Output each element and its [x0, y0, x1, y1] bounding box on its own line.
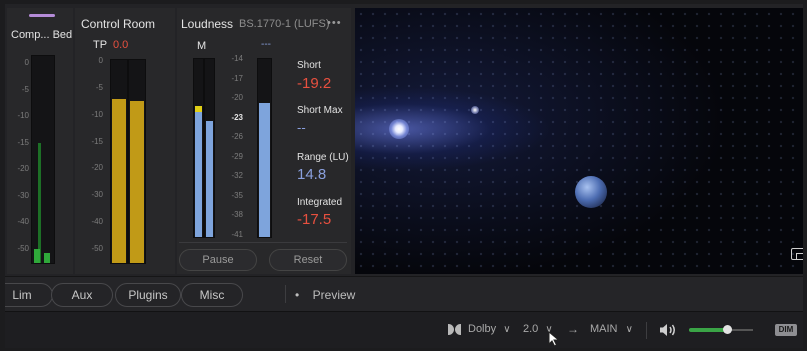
m-level-right — [206, 121, 213, 237]
short-max-value: -- — [297, 120, 306, 135]
loudness-scale-tick-label: -29 — [231, 151, 243, 161]
short-value: -19.2 — [297, 75, 332, 92]
small-star — [471, 106, 479, 114]
tp-label: TP — [93, 39, 108, 51]
tab-lim[interactable]: Lim — [5, 283, 53, 307]
loudness-scale-tick-label: -17 — [231, 73, 243, 83]
mixer-tab-bar: Lim Aux Plugins Misc • Preview — [5, 276, 803, 311]
loudness-scale-tick-label: -38 — [231, 210, 243, 220]
comp-bed-meter — [31, 55, 55, 264]
control-room-scale-tick-label: -50 — [91, 244, 103, 253]
loudness-scale-tick-label: -35 — [231, 190, 243, 200]
bright-star — [389, 119, 409, 139]
comp-bed-title: Comp... Bed — [11, 29, 73, 41]
viewer-starfield — [355, 8, 803, 274]
planet — [575, 176, 607, 208]
loudness-scale-tick-label: -32 — [231, 171, 243, 181]
app-frame: Comp... Bed 0 -5 -10 -15 -20 -30 -40 -50 Contro… — [5, 4, 803, 348]
comp-bed-scale-tick-label: 0 — [24, 58, 29, 67]
loudness-panel: Loudness BS.1770-1 (LUFS) ••• M --- -14 -… — [177, 8, 351, 274]
short-max-label: Short Max — [297, 105, 343, 116]
m-label: M — [197, 40, 207, 52]
dolby-label: Dolby — [468, 323, 497, 335]
short-channel-label: --- — [261, 39, 271, 50]
output-dropdown[interactable]: MAIN ∨ — [590, 323, 633, 335]
tab-separator — [285, 285, 286, 303]
loudness-divider — [179, 242, 347, 243]
control-room-scale-tick-label: -20 — [91, 163, 103, 173]
pause-button[interactable]: Pause — [179, 249, 257, 271]
mouse-cursor-icon — [548, 331, 560, 347]
more-dots-icon[interactable]: ••• — [327, 17, 342, 29]
integrated-label: Integrated — [297, 197, 343, 208]
comp-bed-scale-tick-label: -50 — [17, 244, 29, 253]
range-label: Range (LU) — [297, 152, 349, 163]
dim-button[interactable]: DIM — [775, 324, 797, 336]
tab-aux[interactable]: Aux — [51, 283, 113, 307]
format-dropdown[interactable]: Dolby ∨ — [468, 323, 511, 335]
volume-knob[interactable] — [723, 325, 732, 334]
control-room-scale-tick-label: -30 — [91, 190, 103, 200]
volume-slider[interactable] — [689, 325, 753, 335]
reset-button[interactable]: Reset — [269, 249, 347, 271]
short-meter — [257, 58, 272, 238]
integrated-value: -17.5 — [297, 211, 332, 228]
loudness-scale-tick-label: -14 — [231, 54, 243, 63]
m-meter-left — [193, 58, 204, 238]
short-label: Short — [297, 60, 321, 71]
control-room-scale-tick-label: -10 — [91, 109, 103, 119]
bottom-separator — [646, 322, 647, 339]
m-meter-right — [204, 58, 215, 238]
comp-bed-accent — [29, 14, 55, 17]
monitor-bar: Dolby ∨ 2.0 ∨ → MAIN ∨ DIM — [5, 311, 803, 348]
control-room-scale-tick-label: -15 — [91, 136, 103, 146]
route-arrow-icon: → — [567, 322, 579, 336]
control-room-scale-tick-label: -40 — [91, 217, 103, 227]
control-room-title: Control Room — [81, 17, 156, 31]
chevron-down-icon: ∨ — [625, 324, 633, 335]
comp-bed-level-fill — [34, 249, 40, 263]
loudness-standard: BS.1770-1 (LUFS) — [239, 18, 330, 30]
loudness-scale-tick-label: -23 — [231, 112, 243, 122]
control-room-meter-right — [128, 59, 146, 264]
chevron-down-icon: ∨ — [503, 324, 511, 335]
comp-bed-scale-tick-label: -40 — [17, 217, 29, 227]
control-room-meter-left — [110, 59, 128, 264]
comp-bed-scale-tick-label: -20 — [17, 164, 29, 174]
control-room-level-right — [130, 101, 144, 263]
control-room-scale-tick-label: -5 — [95, 82, 103, 92]
pip-window-icon[interactable] — [791, 248, 803, 260]
volume-fill — [689, 328, 727, 332]
control-room-scale-tick-label: 0 — [98, 56, 103, 65]
comp-bed-scale-tick-label: -15 — [17, 137, 29, 147]
short-level-bar — [259, 103, 270, 237]
video-viewer[interactable] — [355, 8, 803, 274]
tab-plugins[interactable]: Plugins — [115, 283, 181, 307]
control-room-panel: Control Room TP 0.0 0 -5 -10 -15 -20 -30 -40 -5… — [75, 8, 175, 274]
comp-bed-scale-tick-label: -30 — [17, 190, 29, 200]
preview-toggle[interactable]: • Preview — [295, 286, 355, 304]
loudness-scale-tick-label: -20 — [231, 93, 243, 103]
tp-value: 0.0 — [113, 39, 129, 51]
loudness-scale-tick-label: -41 — [231, 230, 243, 239]
tab-misc[interactable]: Misc — [181, 283, 243, 307]
preview-label: Preview — [312, 288, 356, 302]
m-peak-indicator — [195, 106, 202, 112]
range-value: 14.8 — [297, 166, 327, 183]
preview-bullet: • — [295, 288, 300, 302]
control-room-level-left — [112, 99, 126, 263]
comp-bed-level-fill-2 — [44, 253, 50, 263]
comp-bed-scale-tick-label: -5 — [21, 84, 29, 94]
dolby-logo-icon — [448, 324, 462, 335]
m-level-left — [195, 112, 202, 237]
speaker-icon[interactable] — [659, 323, 677, 337]
output-value: MAIN — [590, 323, 618, 335]
comp-bed-panel: Comp... Bed 0 -5 -10 -15 -20 -30 -40 -50 — [7, 8, 73, 274]
format-value: 2.0 — [523, 323, 539, 335]
loudness-title: Loudness — [181, 17, 234, 31]
loudness-scale-tick-label: -26 — [231, 132, 243, 142]
comp-bed-level-bar — [38, 143, 41, 263]
comp-bed-scale-tick-label: -10 — [17, 111, 29, 121]
